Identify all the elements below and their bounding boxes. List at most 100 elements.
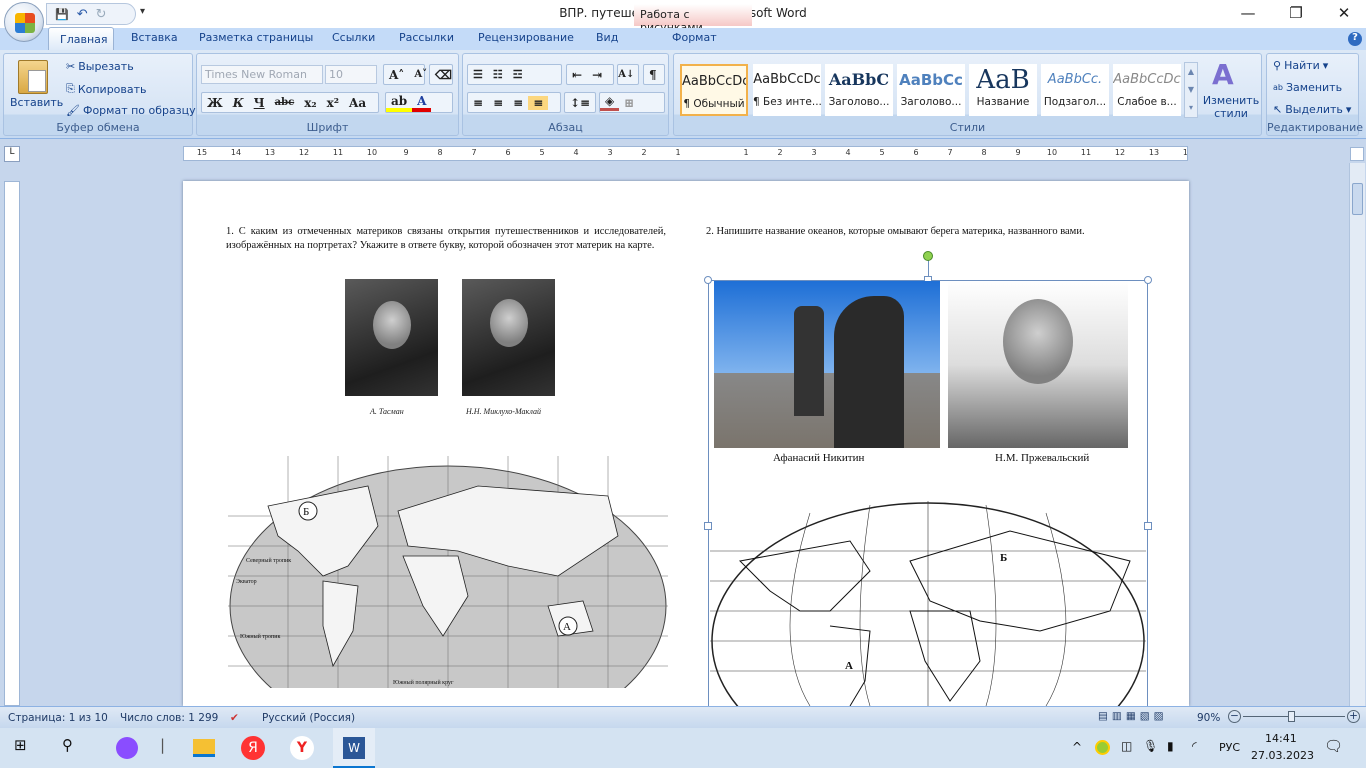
font-size-combo[interactable]: 10: [325, 65, 377, 84]
copy-button[interactable]: ⎘ Копировать: [66, 82, 147, 96]
style-normal[interactable]: AaBbCcDc ¶ Обычный: [680, 64, 748, 116]
yandex-browser-icon[interactable]: Y: [290, 736, 314, 760]
resize-handle[interactable]: [1144, 276, 1152, 284]
align-center-icon[interactable]: ≡: [488, 96, 508, 110]
vertical-ruler[interactable]: [4, 181, 20, 706]
office-button[interactable]: [4, 2, 44, 42]
camera-icon[interactable]: ◫: [1121, 739, 1132, 753]
show-hidden-icons[interactable]: ^: [1072, 740, 1082, 754]
shading-icon[interactable]: ◈: [600, 94, 620, 111]
align-left-icon[interactable]: ≡: [468, 96, 488, 110]
search-icon[interactable]: ⚲: [62, 736, 73, 754]
rotate-handle[interactable]: [923, 251, 933, 261]
tab-view[interactable]: Вид: [596, 31, 618, 44]
increase-indent-icon[interactable]: ⇥: [587, 68, 607, 82]
subscript-button[interactable]: x₂: [299, 96, 321, 110]
font-name-combo[interactable]: Times New Roman: [201, 65, 323, 84]
align-right-icon[interactable]: ≡: [508, 96, 528, 110]
cut-button[interactable]: ✂ Вырезать: [66, 60, 134, 73]
portrait-tasman[interactable]: [345, 279, 438, 396]
bullets-icon[interactable]: ☰: [468, 68, 488, 81]
format-painter-button[interactable]: 🖌 Формат по образцу: [66, 104, 196, 117]
wifi-icon[interactable]: ◜: [1192, 739, 1197, 753]
clock-time[interactable]: 14:41: [1265, 732, 1297, 745]
select-button[interactable]: ↖ Выделить ▾: [1273, 103, 1351, 116]
tab-home[interactable]: Главная: [48, 27, 114, 51]
change-styles-button[interactable]: Изменить стили: [1203, 94, 1259, 120]
style-heading2[interactable]: AaBbCc Заголово...: [897, 64, 965, 116]
bold-button[interactable]: Ж: [202, 96, 228, 110]
style-heading1[interactable]: AaBbC Заголово...: [825, 64, 893, 116]
numbering-icon[interactable]: ☷: [488, 68, 508, 81]
clear-format-button[interactable]: ⌫: [429, 64, 453, 85]
borders-icon[interactable]: ⊞: [619, 96, 639, 110]
tab-page-layout[interactable]: Разметка страницы: [199, 31, 313, 44]
zoom-level[interactable]: 90%: [1197, 712, 1220, 724]
zoom-slider[interactable]: − +: [1228, 710, 1360, 724]
style-subtle-emphasis[interactable]: AaBbCcDc Слабое в...: [1113, 64, 1181, 116]
tab-insert[interactable]: Вставка: [131, 31, 178, 44]
spelling-icon[interactable]: ✔: [230, 712, 239, 724]
battery-icon[interactable]: ▮: [1167, 739, 1174, 753]
style-no-spacing[interactable]: AaBbCcDc ¶ Без инте...: [753, 64, 821, 116]
word-taskbar-button[interactable]: W: [333, 728, 375, 768]
sort-button[interactable]: А↓: [617, 64, 639, 85]
document-page[interactable]: 1. С каким из отмеченных материков связа…: [183, 181, 1189, 706]
show-marks-button[interactable]: ¶: [643, 64, 665, 85]
help-icon[interactable]: ?: [1348, 32, 1362, 46]
font-color-button[interactable]: A: [412, 94, 432, 112]
notifications-icon[interactable]: 🗨: [1324, 737, 1343, 755]
change-case-button[interactable]: Aa: [344, 96, 371, 110]
tab-review[interactable]: Рецензирование: [478, 31, 574, 44]
minimize-button[interactable]: —: [1233, 4, 1263, 22]
underline-button[interactable]: Ч: [249, 96, 270, 110]
tab-references[interactable]: Ссылки: [332, 31, 375, 44]
tab-mailings[interactable]: Рассылки: [399, 31, 454, 44]
find-button[interactable]: ⚲ Найти ▾: [1273, 59, 1328, 72]
replace-button[interactable]: ab Заменить: [1273, 81, 1342, 94]
windows-start-icon[interactable]: ⊞: [14, 736, 27, 754]
undo-icon[interactable]: ↶: [77, 7, 88, 22]
strikethrough-button[interactable]: abc: [270, 97, 300, 108]
ruler-number: 3: [811, 148, 817, 157]
file-explorer-icon[interactable]: [193, 739, 215, 757]
justify-icon[interactable]: ≡: [528, 95, 549, 110]
styles-scroll[interactable]: ▲ ▼ ▾: [1184, 62, 1198, 118]
highlight-button[interactable]: ab: [386, 94, 413, 112]
world-map-1[interactable]: Б А Северный тропик Экватор Южный тропик…: [228, 456, 668, 688]
microphone-icon[interactable]: 🎙: [1143, 739, 1158, 753]
word-count[interactable]: Число слов: 1 299: [120, 712, 218, 724]
customize-qat-icon[interactable]: ▾: [140, 6, 145, 17]
save-icon[interactable]: 💾: [55, 8, 69, 21]
world-map-2[interactable]: Б А: [710, 501, 1146, 706]
yandex-icon[interactable]: Я: [241, 736, 265, 760]
tab-selector[interactable]: L: [4, 146, 20, 162]
superscript-button[interactable]: x²: [322, 96, 344, 110]
language[interactable]: Русский (Россия): [262, 712, 355, 724]
tab-format[interactable]: Формат: [672, 31, 717, 44]
paste-button[interactable]: Вставить: [10, 96, 63, 109]
alice-icon[interactable]: [116, 737, 138, 759]
horizontal-ruler[interactable]: 1514131211109876543211234567891011121314: [183, 146, 1188, 161]
tray-app-icon[interactable]: [1095, 740, 1110, 755]
style-subtitle[interactable]: AaBbCc. Подзагол...: [1041, 64, 1109, 116]
resize-handle[interactable]: [704, 276, 712, 284]
group-paragraph: ☰ ☷ ☲ ⇤ ⇥ А↓ ¶ ≡ ≡ ≡ ≡ ↕≡ ◈ ⊞ Абзац: [462, 53, 669, 136]
restore-button[interactable]: ❐: [1281, 4, 1311, 22]
italic-button[interactable]: К: [228, 96, 249, 110]
multilevel-icon[interactable]: ☲: [508, 68, 528, 81]
clock-date[interactable]: 27.03.2023: [1251, 749, 1314, 762]
grow-font-button[interactable]: A˄: [384, 68, 409, 82]
style-title[interactable]: AaB Название: [969, 64, 1037, 116]
input-language[interactable]: РУС: [1219, 741, 1240, 754]
close-button[interactable]: ✕: [1329, 4, 1359, 22]
decrease-indent-icon[interactable]: ⇤: [567, 68, 587, 82]
redo-icon[interactable]: ↻: [96, 7, 107, 22]
page-count[interactable]: Страница: 1 из 10: [8, 712, 108, 724]
view-ruler-icon[interactable]: [1350, 147, 1364, 161]
scroll-thumb[interactable]: [1352, 183, 1363, 215]
line-spacing-button[interactable]: ↕≡: [564, 92, 596, 113]
portrait-miklukho-maklai[interactable]: [462, 279, 555, 396]
view-buttons[interactable]: ▤▥▦▧▨: [1098, 710, 1168, 722]
vertical-scrollbar[interactable]: [1349, 163, 1365, 706]
